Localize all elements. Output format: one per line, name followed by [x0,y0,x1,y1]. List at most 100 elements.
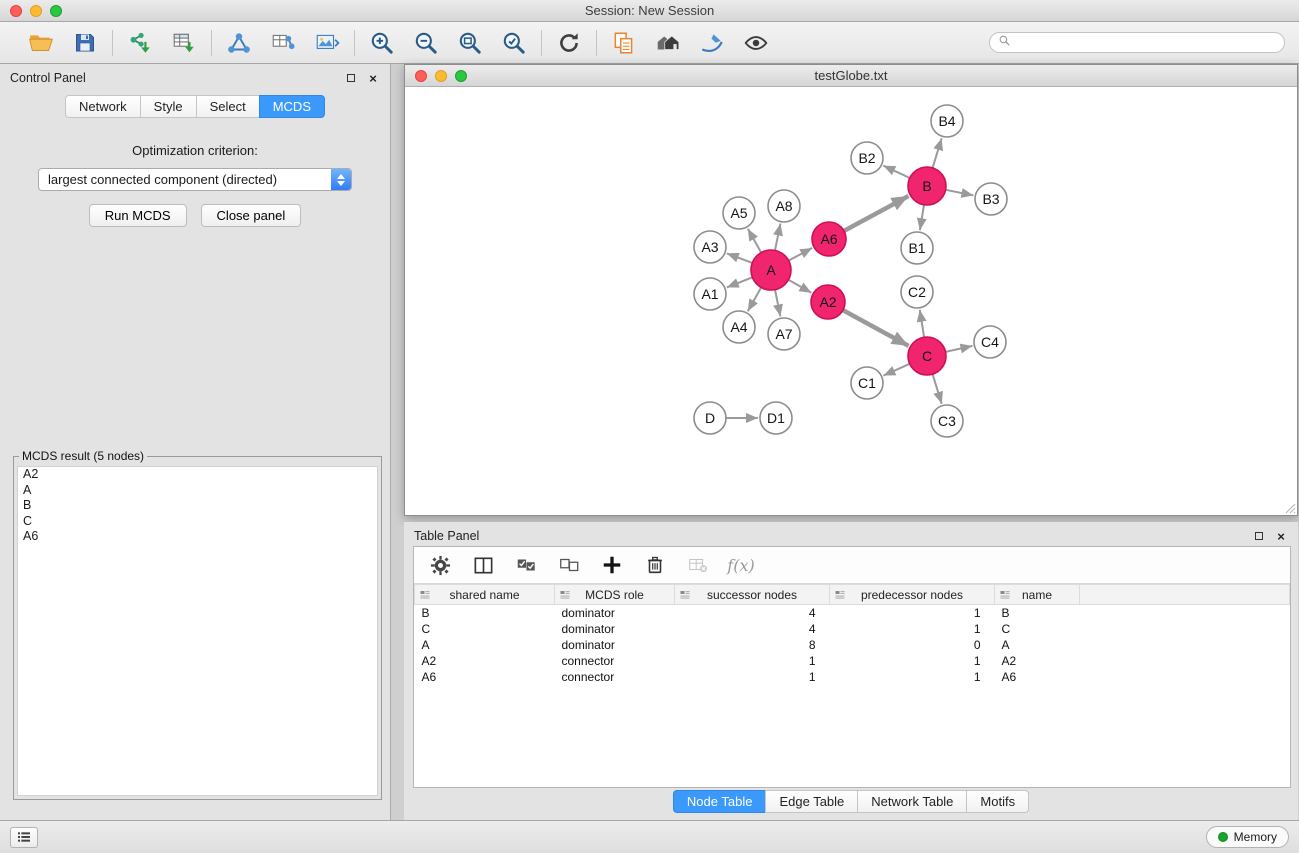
memory-button[interactable]: Memory [1206,826,1289,848]
network-window-titlebar[interactable]: testGlobe.txt [405,65,1297,87]
add-icon[interactable] [600,553,624,577]
node-A5[interactable]: A5 [723,197,755,229]
column-header-predecessor-nodes[interactable]: predecessor nodes [830,585,995,605]
tab-motifs[interactable]: Motifs [966,790,1029,813]
criterion-dropdown[interactable]: largest connected component (directed) [38,168,352,191]
zoom-in-icon[interactable] [368,29,396,57]
table-cell[interactable]: connector [555,653,675,669]
table-cell[interactable]: 4 [675,605,830,621]
column-header-name[interactable]: name [995,585,1080,605]
node-A3[interactable]: A3 [694,231,726,263]
select-all-icon[interactable] [514,553,538,577]
node-A4[interactable]: A4 [723,311,755,343]
node-A2[interactable]: A2 [811,285,845,319]
mcds-result-item[interactable]: A6 [18,529,377,545]
edge-A-A2[interactable] [788,280,811,293]
close-panel-icon[interactable]: × [366,71,380,85]
fx-icon[interactable]: f(x) [729,553,753,577]
column-header-mcds-role[interactable]: MCDS role [555,585,675,605]
column-header-shared-name[interactable]: shared name [415,585,555,605]
network-file-icon[interactable] [225,29,253,57]
table-cell[interactable]: B [995,605,1080,621]
table-cell[interactable]: A2 [995,653,1080,669]
save-icon[interactable] [71,29,99,57]
edge-C-C2[interactable] [920,310,924,337]
table-cell[interactable]: A2 [415,653,555,669]
mcds-result-item[interactable]: A2 [18,467,377,483]
style-brush-icon[interactable] [698,29,726,57]
mcds-result-item[interactable]: B [18,498,377,514]
node-D[interactable]: D [694,402,726,434]
node-B1[interactable]: B1 [901,232,933,264]
table-row[interactable]: Adominator80A [415,637,1290,653]
node-B4[interactable]: B4 [931,105,963,137]
table-cell[interactable]: B [415,605,555,621]
run-mcds-button[interactable]: Run MCDS [89,204,187,227]
node-B2[interactable]: B2 [851,142,883,174]
import-network-icon[interactable] [126,29,154,57]
table-cell[interactable]: dominator [555,637,675,653]
table-cell[interactable]: 8 [675,637,830,653]
table-row[interactable]: A6connector11A6 [415,669,1290,685]
table-cell[interactable]: A6 [415,669,555,685]
edge-A-A8[interactable] [775,224,780,251]
gear-icon[interactable] [428,553,452,577]
table-row[interactable]: Cdominator41C [415,621,1290,637]
float-panel-icon[interactable] [344,71,358,85]
table-cell[interactable]: A6 [995,669,1080,685]
table-cell[interactable]: 1 [830,653,995,669]
network-minimize-light-icon[interactable] [435,70,447,82]
eye-icon[interactable] [742,29,770,57]
copy-document-icon[interactable] [610,29,638,57]
table-cell[interactable]: connector [555,669,675,685]
search-field[interactable] [989,32,1285,53]
search-input[interactable] [1016,36,1276,50]
edge-B-B1[interactable] [920,205,924,230]
tab-style[interactable]: Style [140,95,196,118]
deselect-all-icon[interactable] [557,553,581,577]
node-A1[interactable]: A1 [694,278,726,310]
close-panel-button[interactable]: Close panel [201,204,302,227]
import-table-icon[interactable] [170,29,198,57]
edge-A-A3[interactable] [727,253,753,263]
edge-C-C3[interactable] [933,374,942,404]
column-header-successor-nodes[interactable]: successor nodes [675,585,830,605]
network-close-light-icon[interactable] [415,70,427,82]
edge-A-A6[interactable] [789,248,813,261]
edge-B-B2[interactable] [883,166,910,178]
node-C[interactable]: C [908,337,946,375]
table-cell[interactable]: 1 [675,653,830,669]
mcds-result-item[interactable]: A [18,483,377,499]
edge-C-C1[interactable] [883,364,909,376]
table-cell[interactable]: dominator [555,621,675,637]
node-B[interactable]: B [908,167,946,205]
network-canvas[interactable]: B4B2BB3A5A8A6B1A3AC2A1A2A4A7C4CC1C3DD1 [405,87,1297,515]
node-A[interactable]: A [751,250,791,290]
table-cell[interactable]: 1 [830,621,995,637]
zoom-out-icon[interactable] [412,29,440,57]
tab-network-table[interactable]: Network Table [857,790,966,813]
table-cell[interactable]: 1 [830,605,995,621]
edge-A-A7[interactable] [775,290,780,317]
minimize-traffic-light-icon[interactable] [30,5,42,17]
tab-mcds[interactable]: MCDS [259,95,325,118]
open-folder-icon[interactable] [27,29,55,57]
zoom-fit-icon[interactable] [456,29,484,57]
node-A8[interactable]: A8 [768,190,800,222]
table-cell[interactable]: dominator [555,605,675,621]
network-canvas-svg[interactable]: B4B2BB3A5A8A6B1A3AC2A1A2A4A7C4CC1C3DD1 [405,87,1297,515]
tab-select[interactable]: Select [196,95,259,118]
resize-grip-icon[interactable] [1284,502,1296,514]
close-traffic-light-icon[interactable] [10,5,22,17]
edge-A2-C[interactable] [843,310,909,346]
node-A6[interactable]: A6 [812,222,846,256]
table-cell[interactable]: 1 [830,669,995,685]
zoom-traffic-light-icon[interactable] [50,5,62,17]
delete-table-icon[interactable] [686,553,710,577]
edge-A-A5[interactable] [748,229,761,253]
network-zoom-light-icon[interactable] [455,70,467,82]
tab-node-table[interactable]: Node Table [673,790,766,813]
edge-A-A4[interactable] [748,287,761,311]
mcds-result-list[interactable]: A2ABCA6 [17,466,378,796]
node-D1[interactable]: D1 [760,402,792,434]
